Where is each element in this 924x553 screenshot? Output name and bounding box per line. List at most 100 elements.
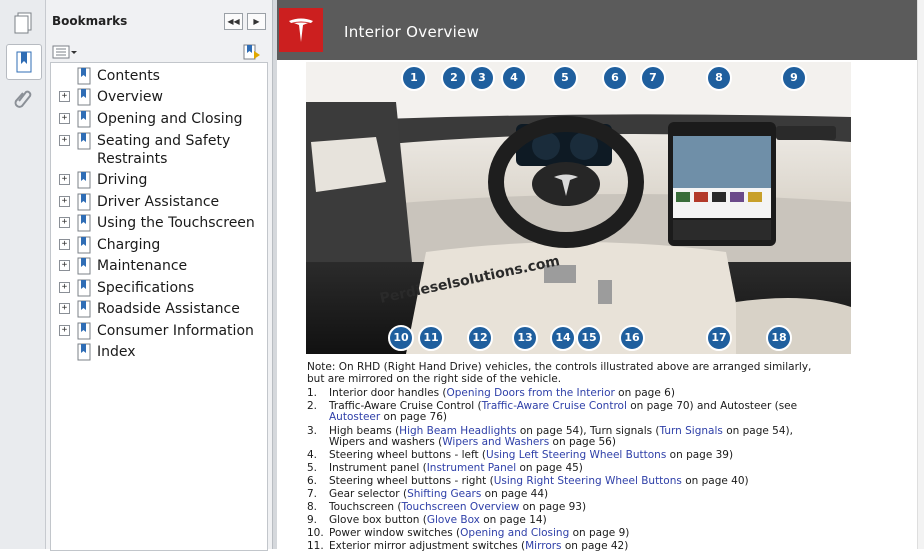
bookmark-label[interactable]: Overview [97,89,163,105]
section-header: Interior Overview [277,0,924,60]
link-instrument-panel[interactable]: Instrument Panel [427,462,516,474]
rhd-note: Note: On RHD (Right Hand Drive) vehicles… [307,361,847,385]
pages-icon [14,12,32,34]
bookmark-icon [16,51,32,73]
bookmark-icon [77,257,91,275]
bookmarks-panel: Bookmarks ◀◀ ▶ Contents + Overview + Ope… [46,0,272,551]
bookmark-icon [77,279,91,297]
bookmark-roadside-assistance[interactable]: + Roadside Assistance [51,300,265,320]
link-opening-doors[interactable]: Opening Doors from the Interior [447,387,615,399]
callout-18: 18 [766,325,792,351]
bookmark-label[interactable]: Roadside Assistance [97,301,240,317]
bookmark-label[interactable]: Contents [97,68,160,84]
attachments-button[interactable] [6,82,40,116]
bookmark-label[interactable]: Consumer Information [97,323,254,339]
bookmark-maintenance[interactable]: + Maintenance [51,257,265,277]
bookmark-consumer-information[interactable]: + Consumer Information [51,322,265,342]
callout-1: 1 [401,65,427,91]
link-traffic-aware-cruise[interactable]: Traffic-Aware Cruise Control [482,400,627,412]
expand-toggle[interactable]: + [59,113,70,124]
bookmark-label[interactable]: Charging [97,237,160,253]
expand-toggle[interactable]: + [59,196,70,207]
bookmark-icon [77,236,91,254]
bookmarks-toolbar [46,40,272,64]
bookmark-contents[interactable]: Contents [51,67,265,87]
expand-toggle[interactable]: + [59,91,70,102]
expand-toggle[interactable]: + [59,135,70,146]
bookmarks-tab-button[interactable] [6,44,42,80]
callout-12: 12 [467,325,493,351]
callout-9: 9 [781,65,807,91]
bookmark-label-line2[interactable]: Restraints [97,151,167,167]
interior-illustration: Perdieselsolutions.com 1 2 3 4 5 6 7 8 9… [306,62,851,354]
bookmark-icon [77,343,91,361]
bookmark-label[interactable]: Driver Assistance [97,194,219,210]
find-bookmark-icon[interactable] [242,43,262,61]
expand-toggle[interactable]: + [59,239,70,250]
callout-7: 7 [640,65,666,91]
bookmark-using-the-touchscreen[interactable]: + Using the Touchscreen [51,214,265,234]
callout-14: 14 [550,325,576,351]
bookmark-opening-and-closing[interactable]: + Opening and Closing [51,110,265,130]
options-menu-icon[interactable] [52,45,78,59]
bookmark-charging[interactable]: + Charging [51,236,265,256]
callout-3: 3 [469,65,495,91]
link-wipers[interactable]: Wipers and Washers [442,436,549,448]
navigation-rail [0,0,46,549]
bookmark-icon [77,214,91,232]
bookmark-index[interactable]: Index [51,343,265,363]
bookmark-label[interactable]: Maintenance [97,258,187,274]
callout-8: 8 [706,65,732,91]
brand-logo [279,8,323,52]
bookmark-seating-and-safety[interactable]: + Seating and Safety Restraints [51,132,265,172]
bookmark-specifications[interactable]: + Specifications [51,279,265,299]
bookmark-icon [77,88,91,106]
callout-2: 2 [441,65,467,91]
callout-17: 17 [706,325,732,351]
bookmark-icon [77,322,91,340]
link-mirrors[interactable]: Mirrors [525,540,561,552]
callout-6: 6 [602,65,628,91]
page-thumbnails-button[interactable] [6,6,40,40]
expand-toggle[interactable]: + [59,217,70,228]
bookmark-driving[interactable]: + Driving [51,171,265,191]
callout-13: 13 [512,325,538,351]
bookmark-driver-assistance[interactable]: + Driver Assistance [51,193,265,213]
bookmark-label[interactable]: Using the Touchscreen [97,215,255,231]
expand-toggle[interactable]: + [59,174,70,185]
link-touchscreen-overview[interactable]: Touchscreen Overview [401,501,519,513]
expand-panel-button[interactable]: ▶ [247,13,266,30]
bookmark-label[interactable]: Index [97,344,136,360]
bookmark-label[interactable]: Specifications [97,280,194,296]
paperclip-icon [14,90,32,108]
callout-15: 15 [576,325,602,351]
link-glove-box[interactable]: Glove Box [427,514,480,526]
page-title: Interior Overview [344,23,480,41]
link-opening-and-closing[interactable]: Opening and Closing [460,527,569,539]
callout-11: 11 [418,325,444,351]
callout-16: 16 [619,325,645,351]
vertical-scrollbar[interactable] [917,0,924,549]
bookmark-icon [77,67,91,85]
bookmark-label[interactable]: Opening and Closing [97,111,242,127]
bookmark-tree: Contents + Overview + Opening and Closin… [50,62,268,551]
link-left-steering-buttons[interactable]: Using Left Steering Wheel Buttons [486,449,666,461]
collapse-panel-button[interactable]: ◀◀ [224,13,243,30]
bookmark-overview[interactable]: + Overview [51,88,265,108]
callout-4: 4 [501,65,527,91]
link-turn-signals[interactable]: Turn Signals [660,425,723,437]
interior-drawing [306,62,851,354]
document-page: Interior Overview Perdieselsolutions.com… [277,0,924,552]
link-shifting-gears[interactable]: Shifting Gears [407,488,481,500]
expand-toggle[interactable]: + [59,282,70,293]
bookmark-label[interactable]: Driving [97,172,147,188]
bookmark-icon [77,193,91,211]
expand-toggle[interactable]: + [59,303,70,314]
expand-toggle[interactable]: + [59,325,70,336]
bookmark-icon [77,300,91,318]
link-autosteer[interactable]: Autosteer [329,411,380,423]
note-line-1: Note: On RHD (Right Hand Drive) vehicles… [307,361,812,373]
expand-toggle[interactable]: + [59,260,70,271]
bookmark-label[interactable]: Seating and Safety [97,133,230,149]
link-right-steering-buttons[interactable]: Using Right Steering Wheel Buttons [494,475,682,487]
